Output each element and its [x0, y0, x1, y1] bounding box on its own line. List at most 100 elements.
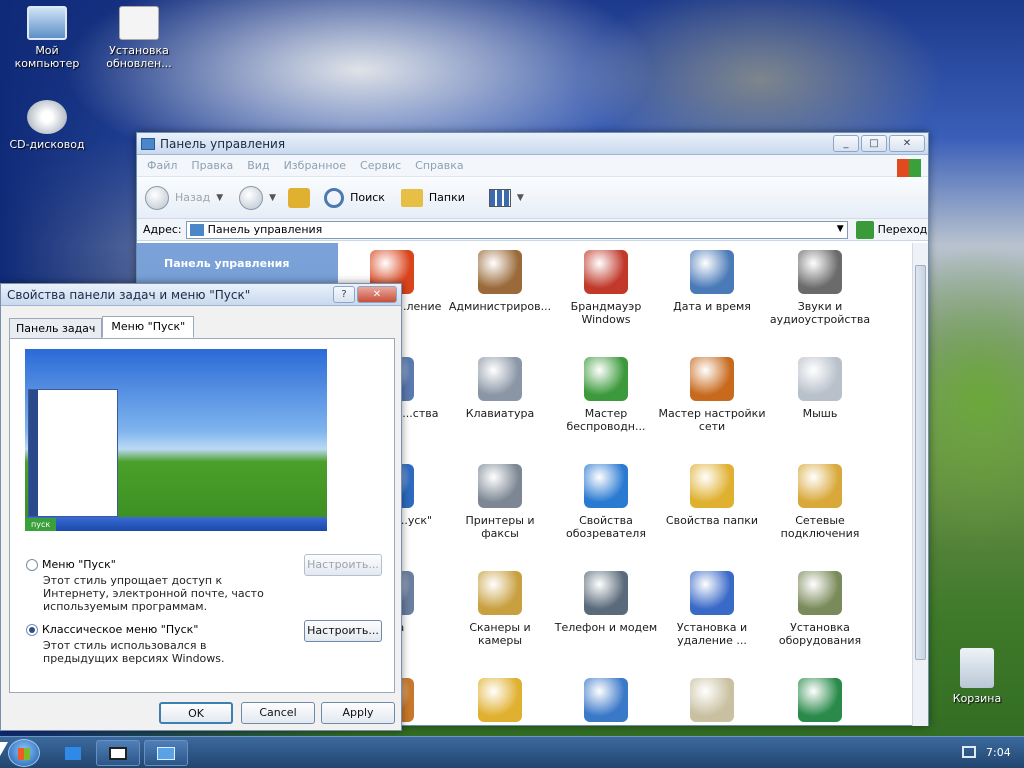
preview-menu-band [29, 390, 38, 516]
tab-taskbar[interactable]: Панель задач [9, 318, 103, 338]
cp-item-regional[interactable] [766, 678, 874, 728]
taskbar: 7:04 [0, 736, 1024, 768]
wireless-icon [584, 357, 628, 401]
cp-item-network-home[interactable]: Мастер настройки сети [658, 357, 766, 433]
dialog-tabs: Панель задач Меню "Пуск" [9, 316, 195, 338]
cp-item-power-options[interactable] [658, 678, 766, 728]
cp-item-wireless[interactable]: Мастер беспроводн... [552, 357, 660, 433]
go-arrow-icon[interactable] [855, 220, 874, 239]
cp-item-date-time[interactable]: Дата и время [658, 250, 766, 313]
radio-classic-start-menu[interactable] [26, 624, 38, 636]
desktop-icon-my-computer[interactable]: Мой компьютер [2, 6, 92, 70]
action-center-icon[interactable] [962, 746, 976, 758]
views-icon[interactable] [488, 188, 511, 207]
folders-icon[interactable] [400, 188, 423, 207]
control-panel-small-icon [189, 223, 204, 236]
internet-options-icon [584, 464, 628, 508]
tab-panel: пуск Меню "Пуск" Настроить... Этот стиль… [9, 338, 395, 693]
cancel-button[interactable]: Cancel [241, 702, 315, 724]
cp-item-internet-options[interactable]: Свойства обозревателя [552, 464, 660, 540]
back-arrow-icon[interactable] [145, 185, 169, 210]
customize-button-1[interactable]: Настроить... [304, 554, 382, 576]
minimize-button[interactable]: _ [833, 135, 859, 152]
cp-item-scanner-camera[interactable]: Сканеры и камеры [446, 571, 554, 647]
search-icon[interactable] [324, 187, 345, 208]
taskbar-button-dialog[interactable] [96, 740, 140, 766]
back-button-label[interactable]: Назад [175, 191, 210, 204]
start-button[interactable] [8, 739, 40, 767]
network-connections-icon [798, 464, 842, 508]
menu-tools[interactable]: Сервис [360, 159, 401, 172]
cp-item-display[interactable] [552, 678, 660, 728]
cp-item-keyboard[interactable]: Клавиатура [446, 357, 554, 420]
radio-start-menu[interactable] [26, 559, 38, 571]
windows-orb-icon [18, 748, 30, 760]
tab-start-menu[interactable]: Меню "Пуск" [102, 316, 195, 338]
update-install-icon [119, 6, 159, 40]
desktop-icon-label: Мой компьютер [14, 44, 80, 70]
forward-arrow-icon[interactable] [239, 185, 264, 210]
ok-button[interactable]: OK [159, 702, 233, 724]
menu-view[interactable]: Вид [247, 159, 269, 172]
desktop-icon-label: CD-дисковод [9, 138, 85, 151]
address-label: Адрес: [143, 223, 182, 236]
option2-label[interactable]: Классическое меню "Пуск" [42, 623, 198, 636]
desktop-icon-updates[interactable]: Установка обновлен... [94, 6, 184, 70]
address-dropdown-icon[interactable]: ▼ [837, 224, 844, 234]
menu-file[interactable]: Файл [147, 159, 177, 172]
address-field[interactable]: Панель управления ▼ [185, 220, 848, 239]
cp-item-printer[interactable]: Принтеры и факсы [446, 464, 554, 540]
taskbar-button-explorer[interactable] [52, 740, 92, 766]
printer-icon [478, 464, 522, 508]
cp-item-label: Свойства папки [665, 514, 759, 527]
go-button-label[interactable]: Переход [878, 223, 928, 236]
cp-item-label: Мышь [802, 407, 838, 420]
clock[interactable]: 7:04 [986, 746, 1011, 759]
explorer-icon [65, 747, 81, 760]
keyboard-icon [478, 357, 522, 401]
cp-item-scheduled-tasks[interactable] [446, 678, 554, 728]
help-button[interactable]: ? [333, 286, 355, 303]
option1-label[interactable]: Меню "Пуск" [42, 558, 116, 571]
folders-button-label[interactable]: Папки [429, 191, 465, 204]
close-button[interactable]: ✕ [889, 135, 925, 152]
network-home-icon [690, 357, 734, 401]
power-options-icon [690, 678, 734, 722]
control-panel-window-icon [141, 137, 155, 150]
control-panel-taskbar-icon [157, 747, 175, 760]
maximize-button[interactable]: □ [861, 135, 887, 152]
cp-item-phone-modem[interactable]: Телефон и модем [552, 571, 660, 634]
apply-button[interactable]: Apply [321, 702, 395, 724]
control-panel-titlebar[interactable]: Панель управления _ □ ✕ [137, 133, 928, 155]
cp-item-hardware[interactable]: Установка оборудования [766, 571, 874, 647]
taskbar-button-control-panel[interactable] [144, 740, 188, 766]
cp-item-folder-options[interactable]: Свойства папки [658, 464, 766, 527]
cp-item-speaker[interactable]: Звуки и аудиоустройства [766, 250, 874, 326]
menu-favorites[interactable]: Избранное [284, 159, 346, 172]
vertical-scrollbar[interactable] [912, 243, 928, 726]
forward-dropdown-icon[interactable]: ▼ [269, 193, 276, 203]
regional-icon [798, 678, 842, 722]
cp-item-add-remove[interactable]: Установка и удаление ... [658, 571, 766, 647]
phone-modem-icon [584, 571, 628, 615]
start-menu-preview: пуск [25, 349, 327, 531]
scrollbar-thumb[interactable] [915, 265, 926, 660]
dialog-close-button[interactable]: ✕ [357, 286, 397, 303]
cp-item-firewall[interactable]: Брандмауэр Windows [552, 250, 660, 326]
desktop-icon-cd-drive[interactable]: CD-дисковод [2, 100, 92, 151]
desktop-icon-recycle-bin[interactable]: Корзина [932, 648, 1022, 705]
cp-item-admin-tools[interactable]: Администриров... [446, 250, 554, 313]
cp-item-label: Свойства обозревателя [566, 514, 646, 540]
views-dropdown-icon[interactable]: ▼ [517, 193, 524, 203]
customize-button-2[interactable]: Настроить... [304, 620, 382, 642]
menu-help[interactable]: Справка [415, 159, 463, 172]
preview-start-button: пуск [25, 518, 57, 531]
sidebar-title[interactable]: Панель управления [137, 243, 338, 270]
cp-item-mouse[interactable]: Мышь [766, 357, 874, 420]
menu-edit[interactable]: Правка [191, 159, 233, 172]
back-dropdown-icon[interactable]: ▼ [216, 193, 223, 203]
up-folder-icon[interactable] [288, 187, 311, 208]
dialog-titlebar[interactable]: Свойства панели задач и меню "Пуск" ? ✕ [1, 284, 401, 306]
cp-item-network-connections[interactable]: Сетевые подключения [766, 464, 874, 540]
search-button-label[interactable]: Поиск [350, 191, 385, 204]
